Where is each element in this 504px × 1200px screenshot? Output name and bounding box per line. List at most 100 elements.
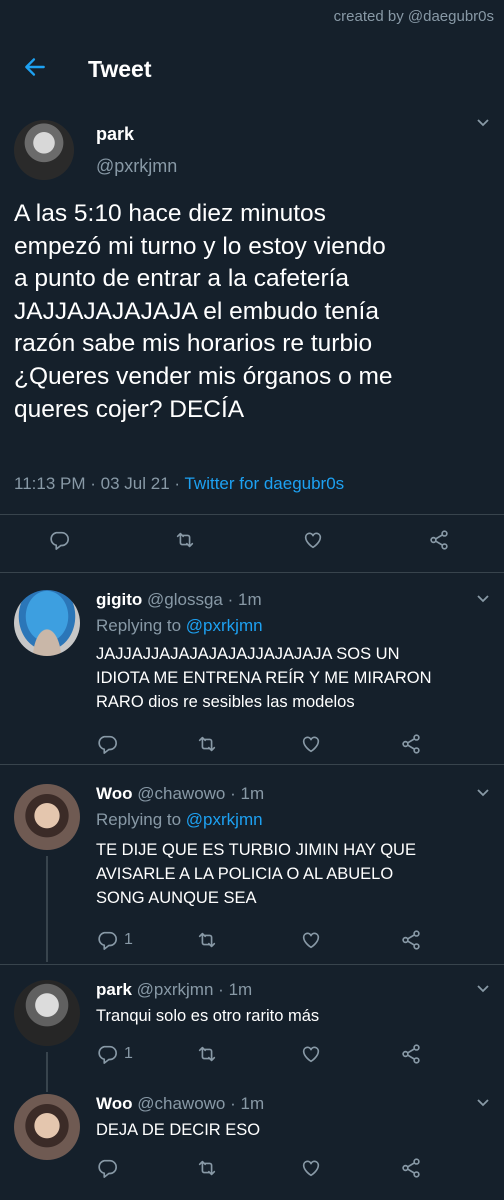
reply-text-line: AVISARLE A LA POLICIA O AL ABUELO	[96, 865, 394, 883]
retweet-icon	[176, 532, 194, 548]
page-title: Tweet	[88, 56, 152, 82]
reply-actions	[96, 732, 504, 756]
reply-button[interactable]: 1	[96, 928, 133, 952]
chevron-down-icon[interactable]	[476, 1098, 490, 1108]
reply-text-line: JAJJAJJAJAJAJAJAJJAJAJAJA SOS UN	[96, 645, 400, 663]
share-icon	[402, 1044, 420, 1064]
reply-actions: 1	[96, 928, 504, 952]
like-icon	[302, 1046, 320, 1063]
avatar[interactable]	[14, 120, 74, 180]
reply-tweet[interactable]: Woo @chawowo · 1m Replying to @pxrkjmn T…	[0, 780, 504, 950]
author-name[interactable]: Woo	[96, 784, 133, 803]
tweet-meta: 11:13 PM · 03 Jul 21 · Twitter for daegu…	[14, 474, 344, 494]
reply-time: 1m	[228, 980, 253, 999]
avatar[interactable]	[14, 784, 80, 850]
author-name[interactable]: gigito	[96, 590, 142, 609]
author-name[interactable]: park	[96, 124, 134, 145]
reply-header: gigito @glossga · 1m	[96, 590, 262, 610]
retweet-icon	[198, 1160, 216, 1176]
divider	[0, 964, 504, 965]
meta-separator: ·	[90, 474, 96, 493]
reply-tweet[interactable]: gigito @glossga · 1m Replying to @pxrkjm…	[0, 586, 504, 754]
retweet-icon	[198, 736, 216, 752]
avatar[interactable]	[14, 1094, 80, 1160]
watermark: created by @daegubr0s	[333, 8, 494, 25]
tweet-date: 03 Jul 21	[100, 474, 170, 493]
reply-button[interactable]: 1	[96, 1042, 133, 1066]
reply-time: 1m	[240, 784, 265, 803]
share-button[interactable]	[400, 1156, 422, 1180]
like-button[interactable]	[300, 1156, 322, 1180]
chevron-down-icon[interactable]	[476, 594, 490, 604]
reply-header: park @pxrkjmn · 1m	[96, 980, 252, 1000]
like-icon	[302, 1160, 320, 1177]
author-handle[interactable]: @pxrkjmn	[96, 156, 177, 177]
retweet-button[interactable]	[196, 732, 218, 756]
retweet-button[interactable]	[196, 1156, 218, 1180]
share-button[interactable]	[428, 528, 450, 552]
retweet-button[interactable]	[196, 928, 218, 952]
share-button[interactable]	[400, 1042, 422, 1066]
reply-text-line: IDIOTA ME ENTRENA REÍR Y ME MIRARON	[96, 669, 432, 687]
replying-to-handle[interactable]: @pxrkjmn	[186, 616, 263, 635]
author-handle[interactable]: @pxrkjmn	[137, 980, 214, 999]
reply-text-line: Tranqui solo es otro rarito más	[96, 1007, 320, 1025]
like-icon	[302, 736, 320, 753]
like-button[interactable]	[302, 528, 324, 552]
author-name[interactable]: park	[96, 980, 132, 999]
reply-tweet[interactable]: park @pxrkjmn · 1m Tranqui solo es otro …	[0, 976, 504, 1076]
reply-text-line: DEJA DE DECIR ESO	[96, 1121, 261, 1139]
reply-tweet[interactable]: Woo @chawowo · 1m DEJA DE DECIR ESO	[0, 1090, 504, 1190]
share-icon	[402, 930, 420, 950]
reply-text: JAJJAJJAJAJAJAJAJJAJAJAJA SOS UN IDIOTA …	[96, 642, 496, 714]
share-button[interactable]	[400, 928, 422, 952]
reply-count: 1	[124, 931, 133, 948]
reply-text-line: SONG AUNQUE SEA	[96, 889, 257, 907]
author-handle[interactable]: @chawowo	[137, 1094, 225, 1113]
like-button[interactable]	[300, 732, 322, 756]
reply-text: TE DIJE QUE ES TURBIO JIMIN HAY QUE AVIS…	[96, 838, 496, 910]
replying-prefix: Replying to	[96, 810, 182, 829]
avatar[interactable]	[14, 980, 80, 1046]
like-button[interactable]	[300, 928, 322, 952]
reply-count: 1	[124, 1045, 133, 1062]
meta-separator: ·	[227, 590, 234, 609]
divider	[0, 572, 504, 573]
share-button[interactable]	[400, 732, 422, 756]
reply-text-line: TE DIJE QUE ES TURBIO JIMIN HAY QUE	[96, 841, 416, 859]
tweet-actions	[0, 528, 504, 558]
tweet-text-line: queres cojer? DECÍA	[14, 395, 245, 423]
retweet-button[interactable]	[196, 1042, 218, 1066]
avatar[interactable]	[14, 590, 80, 656]
tweet-text-line: JAJJAJAJAJAJA el embudo tenía	[14, 297, 379, 325]
back-arrow-icon[interactable]	[22, 54, 48, 80]
tweet-text-line: razón sabe mis horarios re turbio	[14, 330, 373, 358]
tweet-time: 11:13 PM	[14, 474, 86, 493]
chevron-down-icon[interactable]	[476, 788, 490, 798]
retweet-button[interactable]	[174, 528, 196, 552]
like-icon	[304, 532, 322, 549]
author-handle[interactable]: @chawowo	[137, 784, 225, 803]
reply-button[interactable]	[96, 1156, 124, 1180]
meta-separator: ·	[218, 980, 224, 999]
replying-to-handle[interactable]: @pxrkjmn	[186, 810, 263, 829]
reply-icon	[98, 735, 117, 754]
author-name[interactable]: Woo	[96, 1094, 133, 1113]
chevron-down-icon[interactable]	[476, 118, 490, 128]
share-icon	[402, 734, 420, 754]
replying-prefix: Replying to	[96, 616, 182, 635]
meta-separator: ·	[230, 784, 236, 803]
reply-time: 1m	[238, 590, 262, 609]
author-handle[interactable]: @glossga	[147, 590, 223, 609]
reply-text-line: RARO dios re sesibles las modelos	[96, 693, 355, 711]
tweet-text-line: ¿Queres vender mis órganos o me	[14, 362, 393, 390]
share-icon	[430, 530, 448, 550]
chevron-down-icon[interactable]	[476, 984, 490, 994]
reply-button[interactable]	[96, 732, 124, 756]
reply-header: Woo @chawowo · 1m	[96, 784, 264, 804]
retweet-icon	[198, 1046, 216, 1062]
like-button[interactable]	[300, 1042, 322, 1066]
meta-separator: ·	[230, 1094, 236, 1113]
tweet-source[interactable]: Twitter for daegubr0s	[184, 474, 344, 493]
reply-button[interactable]	[48, 528, 70, 552]
